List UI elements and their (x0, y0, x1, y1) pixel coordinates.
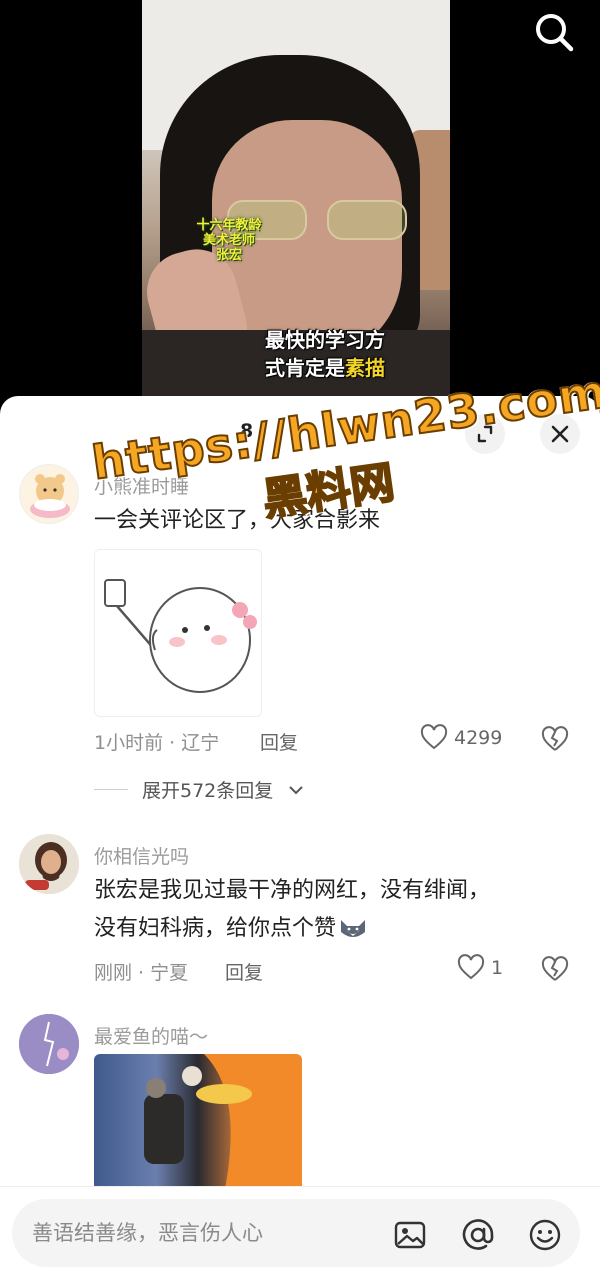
like-count: 4299 (454, 727, 503, 749)
emoji-button[interactable] (527, 1217, 563, 1253)
avatar[interactable] (19, 1014, 79, 1074)
broken-heart-icon (541, 956, 569, 981)
like-button[interactable]: 1 (457, 954, 503, 982)
expand-replies-label: 展开572条回复 (142, 780, 274, 802)
comment-input-container (12, 1199, 580, 1267)
comment-item: 最爱鱼的喵～ (0, 1014, 600, 1194)
wolf-emoji-icon (341, 920, 366, 937)
chevron-down-icon (289, 785, 303, 794)
search-button[interactable] (532, 10, 576, 54)
dislike-button[interactable] (541, 956, 569, 984)
mention-button[interactable] (460, 1217, 496, 1253)
comment-text: 张宏是我见过最干净的网红，没有绯闻， 没有妇科病，给你点个赞 (94, 878, 491, 941)
search-icon (536, 14, 574, 52)
video-subtitle: 最快的学习方 式肯定是素描 (265, 328, 385, 380)
comment-username[interactable]: 最爱鱼的喵～ (94, 1022, 208, 1049)
emoji-icon (529, 1219, 561, 1251)
video-caption-tag: 十六年教龄 美术老师 张宏 (196, 218, 262, 263)
heart-icon (457, 954, 485, 980)
comment-input-bar (0, 1186, 600, 1280)
video-player[interactable]: 十六年教龄 美术老师 张宏 最快的学习方 式肯定是素描 (0, 0, 600, 405)
image-button[interactable] (392, 1217, 428, 1253)
reply-button[interactable]: 回复 (260, 728, 298, 755)
comment-username[interactable]: 你相信光吗 (94, 842, 189, 869)
comment-photo-image[interactable] (94, 1054, 302, 1194)
image-icon (394, 1221, 426, 1249)
avatar[interactable] (19, 834, 79, 894)
comments-sheet: 8 小熊准时睡 一会关评论区了，大家合影来 1小时前 · 辽宁 回复 4299 … (0, 396, 600, 1280)
avatar[interactable] (19, 464, 79, 524)
expand-replies-button[interactable]: 展开572条回复 (94, 776, 305, 803)
like-button[interactable]: 4299 (420, 724, 502, 752)
comment-meta: 1小时前 · 辽宁 (94, 732, 220, 754)
comment-item: 你相信光吗 张宏是我见过最干净的网红，没有绯闻， 没有妇科病，给你点个赞 刚刚 … (0, 834, 600, 994)
comment-meta: 刚刚 · 宁夏 (94, 962, 189, 984)
divider (94, 789, 128, 790)
comment-input[interactable] (32, 1211, 382, 1255)
dislike-button[interactable] (541, 726, 569, 754)
heart-icon (420, 724, 448, 750)
like-count: 1 (491, 957, 504, 979)
broken-heart-icon (541, 726, 569, 751)
reply-button[interactable]: 回复 (225, 958, 263, 985)
comment-sticker-image[interactable] (94, 549, 262, 717)
at-icon (462, 1219, 494, 1250)
